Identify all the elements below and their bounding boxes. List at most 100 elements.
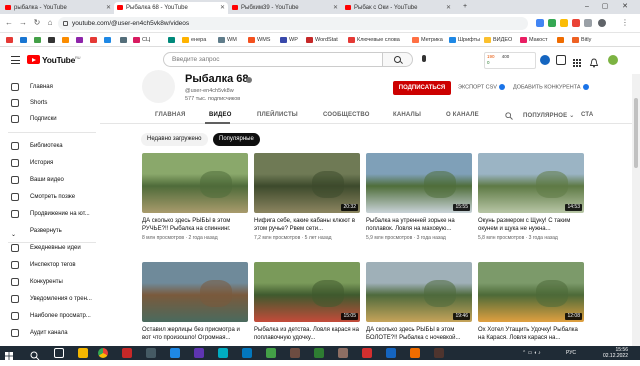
app-icon[interactable] bbox=[362, 348, 372, 358]
app-icon[interactable] bbox=[122, 348, 132, 358]
profile-avatar[interactable] bbox=[598, 19, 606, 27]
search-icon[interactable] bbox=[30, 348, 40, 361]
video-title[interactable]: Нифига себе, какие кабаны клюют в этом р… bbox=[254, 217, 360, 233]
video-thumbnail[interactable]: 20:32 bbox=[254, 153, 360, 213]
search-input[interactable]: Введите запрос bbox=[163, 52, 383, 67]
sidebar-item-expand[interactable]: ⌄ Развернуть bbox=[0, 223, 100, 239]
app-icon[interactable] bbox=[434, 348, 444, 358]
bookmark-item[interactable]: WordStat bbox=[306, 36, 338, 44]
app-icon[interactable] bbox=[194, 348, 204, 358]
seo-extension-widget[interactable]: 190 400 0 bbox=[484, 52, 536, 69]
extension-icon[interactable] bbox=[548, 19, 556, 27]
bookmark-item[interactable]: СЦ bbox=[133, 36, 150, 44]
address-bar[interactable]: youtube.com/@user-en4ch5vk8w/videos bbox=[58, 17, 528, 30]
app-icon[interactable] bbox=[170, 348, 180, 358]
channel-search-icon[interactable] bbox=[505, 112, 513, 122]
video-thumbnail[interactable]: 15:55 bbox=[366, 153, 472, 213]
video-card[interactable]: 20:32 Нифига себе, какие кабаны клюют в э… bbox=[254, 153, 360, 253]
tab-playlists[interactable]: ПЛЕЙЛИСТЫ bbox=[257, 112, 298, 118]
system-tray-icons[interactable]: ⌃ ▭ ◖ ♪ bbox=[522, 350, 541, 356]
app-icon[interactable] bbox=[338, 348, 348, 358]
video-card[interactable]: 14:53 Окунь размером с Щуку! С таким окун… bbox=[478, 153, 584, 253]
bookmark-item[interactable]: Ключевые слова bbox=[348, 36, 400, 44]
create-video-icon[interactable] bbox=[556, 55, 566, 65]
video-card[interactable]: ДА сколько здесь РЫБЫ в этом РУЧЬЕ?!! Ры… bbox=[142, 153, 248, 253]
reload-icon[interactable]: ↻ bbox=[32, 18, 42, 28]
app-icon[interactable] bbox=[266, 348, 276, 358]
video-card[interactable]: Оставил жерлицы без присмотра и вот что … bbox=[142, 262, 248, 346]
sidebar-item-history[interactable]: История bbox=[0, 155, 100, 171]
browser-tab-3[interactable]: Рыбхим39 - YouTube ✕ bbox=[229, 2, 341, 14]
new-tab-button[interactable]: + bbox=[458, 0, 472, 14]
scrollbar-thumb[interactable] bbox=[634, 98, 638, 168]
task-view-icon[interactable] bbox=[54, 348, 64, 358]
video-title[interactable]: Рыбалка на утренней зорьке на поплавок. … bbox=[366, 217, 472, 233]
sidebar-item-watch-later[interactable]: Смотреть позже bbox=[0, 189, 100, 205]
app-icon[interactable] bbox=[410, 348, 420, 358]
tab-community[interactable]: СООБЩЕСТВО bbox=[323, 112, 370, 118]
extension-icon[interactable] bbox=[584, 19, 592, 27]
tab-channels[interactable]: КАНАЛЫ bbox=[393, 112, 421, 118]
sidebar-item-daily-ideas[interactable]: Ежедневные идеи bbox=[0, 240, 100, 256]
app-icon[interactable] bbox=[218, 348, 228, 358]
video-card[interactable]: 19:46 ДА сколько здесь РЫБЫ в этом БОЛОТЕ… bbox=[366, 262, 472, 346]
clock[interactable]: 15:56 02.12.2022 bbox=[594, 347, 628, 359]
app-icon[interactable] bbox=[242, 348, 252, 358]
video-title[interactable]: Окунь размером с Щуку! С таким окунем и … bbox=[478, 217, 584, 233]
microphone-icon[interactable] bbox=[422, 55, 426, 62]
sidebar-item-home[interactable]: Главная bbox=[0, 79, 100, 95]
channel-avatar[interactable] bbox=[142, 70, 175, 103]
bookmark-item[interactable]: Метрика bbox=[412, 36, 443, 44]
tab-stats[interactable]: СТА bbox=[581, 112, 593, 118]
forward-icon[interactable]: → bbox=[18, 18, 28, 28]
filter-recent-chip[interactable]: Недавно загружено bbox=[141, 133, 208, 146]
app-icon[interactable] bbox=[386, 348, 396, 358]
close-tab-icon[interactable]: ✕ bbox=[333, 2, 338, 14]
maximize-icon[interactable]: ▢ bbox=[598, 0, 612, 14]
minimize-icon[interactable]: – bbox=[580, 0, 594, 14]
video-thumbnail[interactable]: 15:05 bbox=[254, 262, 360, 322]
sidebar-item-shorts[interactable]: Shorts bbox=[0, 95, 100, 111]
tab-about[interactable]: О КАНАЛЕ bbox=[446, 112, 479, 118]
tab-popular[interactable]: ПОПУЛЯРНОЕ ⌄ bbox=[523, 112, 574, 119]
app-icon[interactable] bbox=[290, 348, 300, 358]
export-csv-button[interactable]: ЭКСПОРТ CSV bbox=[458, 84, 505, 90]
video-title[interactable]: ДА сколько здесь РЫБЫ в этом БОЛОТЕ?!! Р… bbox=[366, 326, 472, 342]
video-thumbnail[interactable]: 14:53 bbox=[478, 153, 584, 213]
tab-videos[interactable]: ВИДЕО bbox=[209, 112, 232, 118]
windows-start-icon[interactable] bbox=[4, 348, 14, 360]
tab-home[interactable]: ГЛАВНАЯ bbox=[155, 112, 186, 118]
extension-badge-icon[interactable] bbox=[540, 55, 550, 65]
language-indicator[interactable]: РУС bbox=[566, 350, 576, 356]
chrome-icon[interactable] bbox=[98, 348, 108, 358]
video-thumbnail[interactable] bbox=[142, 153, 248, 213]
menu-icon[interactable] bbox=[11, 56, 20, 64]
account-avatar[interactable] bbox=[608, 55, 618, 65]
browser-tab-4[interactable]: Рыбак с Оки - YouTube ✕ bbox=[342, 2, 454, 14]
youtube-logo-text[interactable]: YouTubeRU bbox=[42, 55, 80, 65]
close-tab-icon[interactable]: ✕ bbox=[106, 2, 111, 14]
video-card[interactable]: 12:08 Ох Хотел Утащить Удочку! Рыбалка на… bbox=[478, 262, 584, 346]
video-thumbnail[interactable] bbox=[142, 262, 248, 322]
sidebar-item-library[interactable]: Библиотека bbox=[0, 138, 100, 154]
sidebar-item-competitors[interactable]: Конкуренты bbox=[0, 274, 100, 290]
sidebar-item-channel-audit[interactable]: Аудит канала bbox=[0, 325, 100, 341]
video-title[interactable]: ДА сколько здесь РЫБЫ в этом РУЧЬЕ?!! Ры… bbox=[142, 217, 248, 233]
video-thumbnail[interactable]: 12:08 bbox=[478, 262, 584, 322]
sidebar-item-trend-alerts[interactable]: Уведомления о трен... bbox=[0, 291, 100, 307]
back-icon[interactable]: ← bbox=[4, 18, 14, 28]
video-card[interactable]: 15:55 Рыбалка на утренней зорьке на попла… bbox=[366, 153, 472, 253]
video-card[interactable]: 15:05 Рыбалка из детства. Ловля карася на… bbox=[254, 262, 360, 346]
video-thumbnail[interactable]: 19:46 bbox=[366, 262, 472, 322]
sidebar-item-tag-inspector[interactable]: Инспектор тегов bbox=[0, 257, 100, 273]
video-title[interactable]: Оставил жерлицы без присмотра и вот что … bbox=[142, 326, 248, 342]
search-button[interactable] bbox=[383, 52, 413, 67]
app-icon[interactable] bbox=[314, 348, 324, 358]
extension-icon[interactable] bbox=[560, 19, 568, 27]
bookmark-item[interactable]: Шрифты bbox=[449, 36, 480, 44]
browser-menu-icon[interactable]: ⋮ bbox=[620, 18, 630, 28]
close-window-icon[interactable]: ✕ bbox=[618, 0, 632, 14]
bookmark-item[interactable]: WMS bbox=[248, 36, 270, 44]
sidebar-item-your-videos[interactable]: Ваши видео bbox=[0, 172, 100, 188]
extension-icon[interactable] bbox=[572, 19, 580, 27]
